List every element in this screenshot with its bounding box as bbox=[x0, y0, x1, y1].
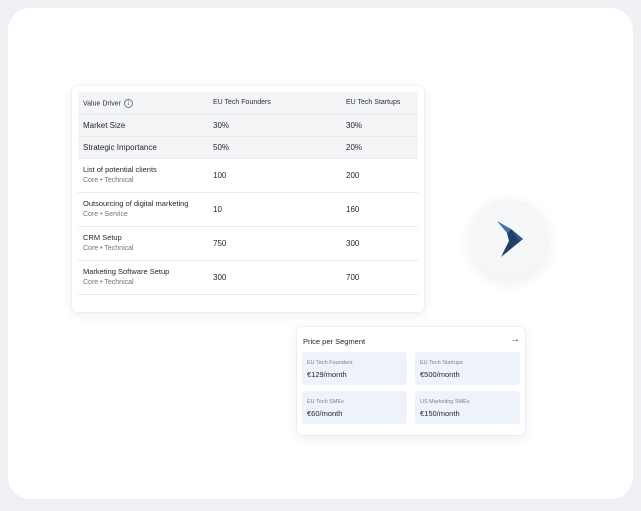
segment-name: EU Tech Founders bbox=[307, 360, 353, 366]
item-value: 160 bbox=[346, 205, 360, 214]
item-category: Core • Service bbox=[83, 211, 128, 218]
item-name: List of potential clients bbox=[83, 165, 157, 174]
info-icon[interactable]: i bbox=[124, 99, 133, 108]
item-category: Core • Technical bbox=[83, 245, 134, 252]
table-row: Outsourcing of digital marketing Core • … bbox=[78, 193, 418, 227]
brand-logo bbox=[497, 221, 523, 257]
segment-price: €500/month bbox=[420, 370, 460, 379]
item-value: 200 bbox=[346, 171, 360, 180]
header-value-driver: Value Driver i bbox=[83, 99, 133, 108]
metric-label: Strategic Importance bbox=[83, 143, 157, 152]
item-name: Outsourcing of digital marketing bbox=[83, 199, 189, 208]
segment-tile[interactable]: EU Tech Startups €500/month bbox=[415, 352, 520, 385]
item-value: 10 bbox=[213, 205, 222, 214]
segment-tile[interactable]: US Marketing SMEs €150/month bbox=[415, 391, 520, 424]
segment-tile[interactable]: EU Tech SMEs €60/month bbox=[302, 391, 407, 424]
segment-price: €60/month bbox=[307, 409, 343, 418]
segment-price: €129/month bbox=[307, 370, 347, 379]
value-driver-table: Value Driver i EU Tech Founders EU Tech S… bbox=[72, 86, 424, 312]
item-value: 700 bbox=[346, 273, 360, 282]
segment-price: €150/month bbox=[420, 409, 460, 418]
segment-name: EU Tech SMEs bbox=[307, 399, 344, 405]
item-value: 750 bbox=[213, 239, 227, 248]
table-row: Strategic Importance 50% 20% bbox=[78, 137, 418, 159]
metric-value: 50% bbox=[213, 143, 230, 152]
table-row: Marketing Software Setup Core • Technica… bbox=[78, 261, 418, 295]
item-name: CRM Setup bbox=[83, 233, 122, 242]
item-category: Core • Technical bbox=[83, 279, 134, 286]
metric-label: Market Size bbox=[83, 121, 126, 130]
table-row: Market Size 30% 30% bbox=[78, 115, 418, 137]
metric-value: 30% bbox=[346, 121, 363, 130]
item-value: 100 bbox=[213, 171, 227, 180]
arrow-right-icon[interactable]: → bbox=[510, 334, 520, 345]
metric-value: 20% bbox=[346, 143, 363, 152]
price-per-segment-card: Price per Segment → EU Tech Founders €12… bbox=[297, 327, 525, 435]
segment-name: EU Tech Startups bbox=[420, 360, 463, 366]
header-eu-tech-founders: EU Tech Founders bbox=[213, 99, 271, 106]
header-eu-tech-startups: EU Tech Startups bbox=[346, 99, 401, 106]
item-name: Marketing Software Setup bbox=[83, 267, 170, 276]
item-value: 300 bbox=[346, 239, 360, 248]
table-row: List of potential clients Core • Technic… bbox=[78, 159, 418, 193]
table-header-row: Value Driver i EU Tech Founders EU Tech S… bbox=[78, 92, 418, 115]
item-value: 300 bbox=[213, 273, 227, 282]
segment-tile[interactable]: EU Tech Founders €129/month bbox=[302, 352, 407, 385]
item-category: Core • Technical bbox=[83, 177, 134, 184]
metric-value: 30% bbox=[213, 121, 230, 130]
brand-logo-badge bbox=[469, 199, 549, 279]
segment-name: US Marketing SMEs bbox=[420, 399, 470, 405]
price-card-title: Price per Segment bbox=[303, 337, 366, 346]
table-row: CRM Setup Core • Technical 750 300 bbox=[78, 227, 418, 261]
